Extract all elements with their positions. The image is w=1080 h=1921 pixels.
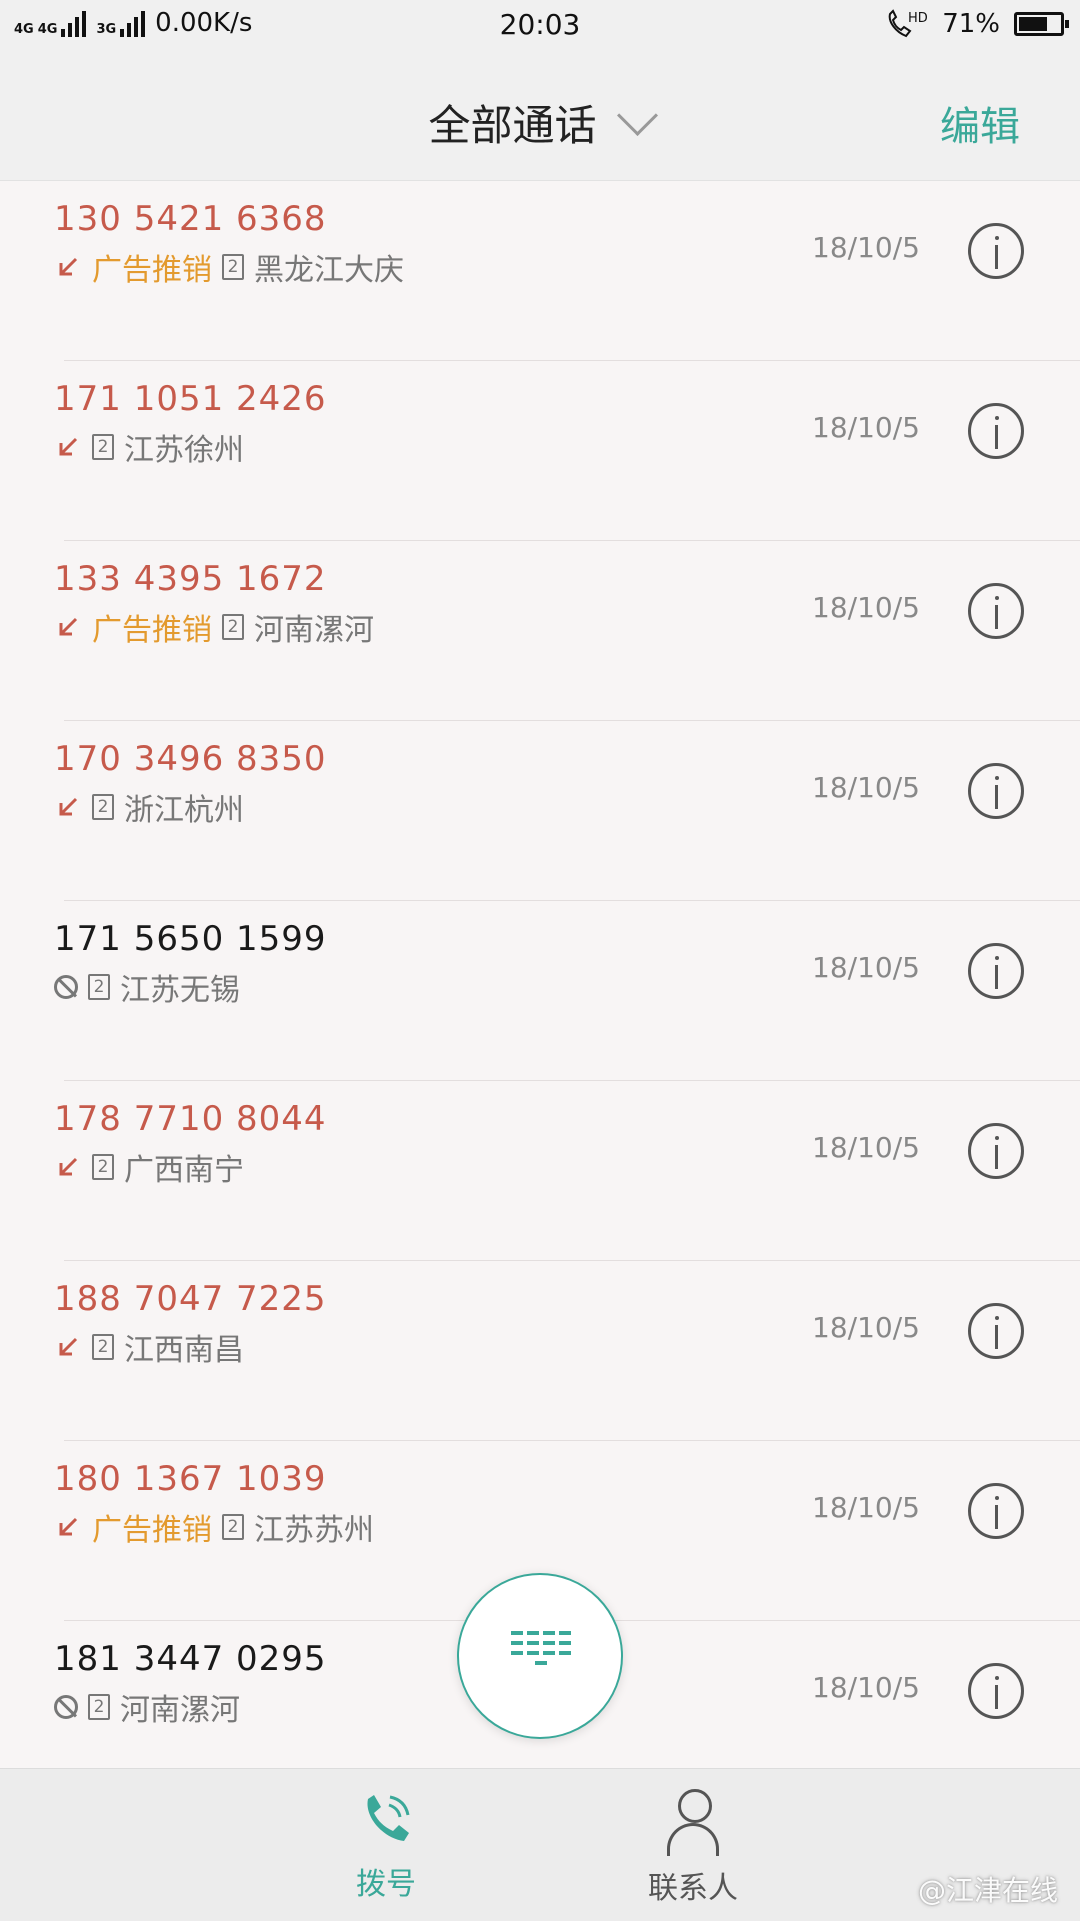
call-number: 180 1367 1039 <box>54 1459 327 1499</box>
battery-percent: 71% <box>942 9 1000 39</box>
call-row[interactable]: 178 7710 8044 2 广西南宁 18/10/5 <box>0 1081 1080 1261</box>
call-meta: 2 江西南昌 <box>54 1325 244 1369</box>
call-meta: 广告推销 2 河南漯河 <box>54 605 374 649</box>
blocked-call-icon <box>54 1695 78 1719</box>
call-location: 河南漯河 <box>120 1693 240 1728</box>
missed-call-arrow-icon <box>59 1517 78 1536</box>
call-location: 江苏无锡 <box>120 973 240 1008</box>
call-location: 河南漯河 <box>254 613 374 648</box>
call-number: 171 1051 2426 <box>54 379 327 419</box>
title-bar: 全部通话 编辑 <box>0 52 1080 181</box>
sim-icon: 2 <box>88 974 110 1000</box>
call-meta: 2 浙江杭州 <box>54 785 244 829</box>
battery-icon <box>1014 12 1069 36</box>
sim-icon: 2 <box>92 1154 114 1180</box>
edit-button[interactable]: 编辑 <box>940 94 1020 152</box>
call-location: 浙江杭州 <box>124 793 244 828</box>
missed-call-arrow-icon <box>59 797 78 816</box>
call-number: 188 7047 7225 <box>54 1279 327 1319</box>
missed-call-arrow-icon <box>59 257 78 276</box>
missed-call-arrow-icon <box>59 1157 78 1176</box>
call-number: 133 4395 1672 <box>54 559 327 599</box>
call-date: 18/10/5 <box>812 1491 920 1524</box>
spam-tag: 广告推销 <box>92 253 212 288</box>
call-number: 130 5421 6368 <box>54 199 327 239</box>
page-title: 全部通话 <box>428 101 597 150</box>
info-icon[interactable] <box>968 1483 1024 1539</box>
call-number: 171 5650 1599 <box>54 919 327 959</box>
sim-icon: 2 <box>92 794 114 820</box>
missed-call-arrow-icon <box>59 617 78 636</box>
info-icon[interactable] <box>968 403 1024 459</box>
status-right: HD 71% <box>884 8 1069 40</box>
dialpad-button[interactable] <box>457 1573 623 1739</box>
call-location: 广西南宁 <box>124 1153 244 1188</box>
bottom-nav: 拨号 联系人 @江津在线 <box>0 1768 1080 1921</box>
call-location: 江苏徐州 <box>124 433 244 468</box>
person-icon <box>663 1789 723 1856</box>
call-date: 18/10/5 <box>812 1311 920 1344</box>
call-date: 18/10/5 <box>812 411 920 444</box>
call-row[interactable]: 170 3496 8350 2 浙江杭州 18/10/5 <box>0 721 1080 901</box>
call-date: 18/10/5 <box>812 231 920 264</box>
call-meta: 广告推销 2 黑龙江大庆 <box>54 245 404 289</box>
nav-dial-label: 拨号 <box>356 1867 416 1902</box>
sim-icon: 2 <box>222 254 244 280</box>
spam-tag: 广告推销 <box>92 613 212 648</box>
spam-tag: 广告推销 <box>92 1513 212 1548</box>
call-row[interactable]: 188 7047 7225 2 江西南昌 18/10/5 <box>0 1261 1080 1441</box>
missed-call-arrow-icon <box>59 437 78 456</box>
phone-icon <box>356 1789 416 1849</box>
sim-icon: 2 <box>88 1694 110 1720</box>
call-filter-dropdown[interactable]: 全部通话 <box>0 92 1080 153</box>
call-number: 178 7710 8044 <box>54 1099 327 1139</box>
info-icon[interactable] <box>968 1303 1024 1359</box>
nav-dial-tab[interactable]: 拨号 <box>286 1789 486 1903</box>
call-row[interactable]: 171 1051 2426 2 江苏徐州 18/10/5 <box>0 361 1080 541</box>
call-number: 170 3496 8350 <box>54 739 327 779</box>
call-meta: 2 江苏徐州 <box>54 425 244 469</box>
missed-call-arrow-icon <box>59 1337 78 1356</box>
watermark: @江津在线 <box>917 1874 1058 1907</box>
call-meta: 广告推销 2 江苏苏州 <box>54 1505 374 1549</box>
call-location: 黑龙江大庆 <box>254 253 404 288</box>
sim-icon: 2 <box>222 1514 244 1540</box>
svg-text:HD: HD <box>908 11 928 26</box>
call-meta: 2 江苏无锡 <box>54 965 240 1009</box>
info-icon[interactable] <box>968 583 1024 639</box>
call-log-list: 130 5421 6368 广告推销 2 黑龙江大庆 18/10/5 171 1051 2… <box>0 181 1080 1801</box>
call-number: 181 3447 0295 <box>54 1639 327 1679</box>
call-location: 江苏苏州 <box>254 1513 374 1548</box>
info-icon[interactable] <box>968 943 1024 999</box>
call-date: 18/10/5 <box>812 591 920 624</box>
call-date: 18/10/5 <box>812 951 920 984</box>
nav-contacts-tab[interactable]: 联系人 <box>593 1789 793 1907</box>
sim-icon: 2 <box>222 614 244 640</box>
sim-icon: 2 <box>92 1334 114 1360</box>
call-meta: 2 广西南宁 <box>54 1145 244 1189</box>
blocked-call-icon <box>54 975 78 999</box>
call-row[interactable]: 171 5650 1599 2 江苏无锡 18/10/5 <box>0 901 1080 1081</box>
info-icon[interactable] <box>968 1663 1024 1719</box>
nav-contacts-label: 联系人 <box>648 1871 738 1906</box>
call-row[interactable]: 130 5421 6368 广告推销 2 黑龙江大庆 18/10/5 <box>0 181 1080 361</box>
call-date: 18/10/5 <box>812 771 920 804</box>
call-date: 18/10/5 <box>812 1131 920 1164</box>
call-row[interactable]: 133 4395 1672 广告推销 2 河南漯河 18/10/5 <box>0 541 1080 721</box>
info-icon[interactable] <box>968 1123 1024 1179</box>
call-meta: 2 河南漯河 <box>54 1685 240 1729</box>
dialpad-icon <box>511 1631 571 1665</box>
info-icon[interactable] <box>968 223 1024 279</box>
call-date: 18/10/5 <box>812 1671 920 1704</box>
chevron-down-icon <box>616 94 658 137</box>
status-bar: 4G 4G 3G 0.00K/s 20:03 HD 71% <box>0 0 1080 52</box>
sim-icon: 2 <box>92 434 114 460</box>
info-icon[interactable] <box>968 763 1024 819</box>
hd-call-icon: HD <box>888 9 928 38</box>
call-location: 江西南昌 <box>124 1333 244 1368</box>
